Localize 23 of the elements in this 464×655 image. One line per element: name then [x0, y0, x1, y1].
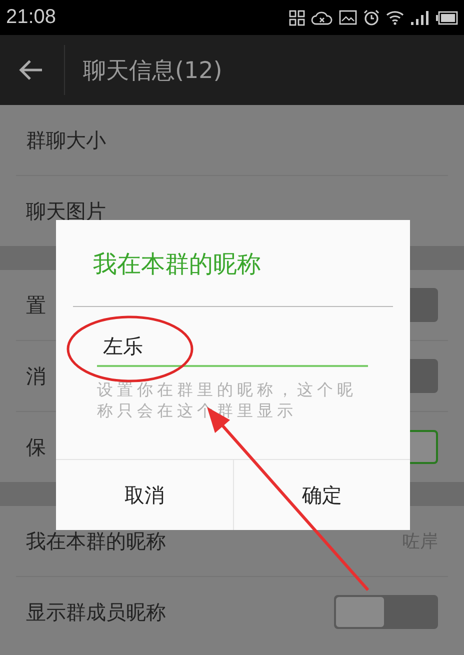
back-arrow-icon	[18, 59, 44, 81]
row-label: 聊天图片	[26, 198, 106, 224]
dialog-title: 我在本群的昵称	[92, 249, 262, 280]
settings-row[interactable]: 群聊大小	[16, 105, 448, 176]
dialog-button[interactable]: 取消	[56, 460, 234, 530]
clock-time: 21:08	[6, 6, 56, 29]
grid-icon	[289, 10, 305, 26]
row-label: 置	[26, 292, 46, 318]
image-icon	[339, 10, 357, 25]
nickname-input[interactable]: 左乐	[97, 327, 368, 367]
settings-row[interactable]: 显示群成员昵称	[16, 577, 448, 647]
row-label: 群聊大小	[26, 126, 106, 154]
row-label: 显示群成员昵称	[26, 598, 166, 626]
battery-icon	[436, 10, 458, 24]
screen-title: 聊天信息(12)	[83, 56, 222, 86]
alarm-icon	[363, 9, 380, 26]
row-label: 我在本群的昵称	[26, 528, 166, 554]
wifi-icon	[386, 10, 404, 25]
row-label: 保	[26, 434, 46, 460]
cloud-icon	[311, 10, 333, 26]
row-label: 消	[26, 362, 46, 390]
toggle-switch[interactable]	[334, 595, 438, 629]
signal-icon	[410, 10, 430, 24]
